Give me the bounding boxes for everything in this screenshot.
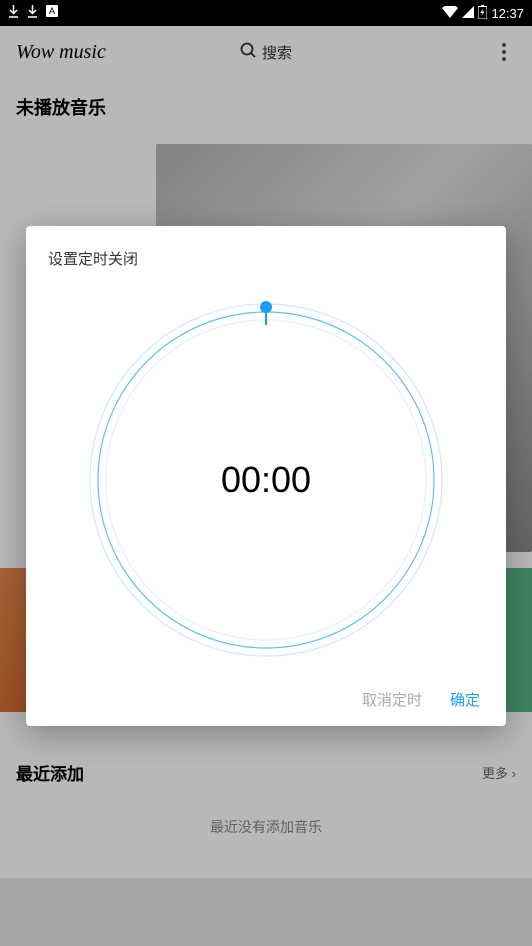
- dot-icon: [502, 57, 506, 61]
- dot-icon: [502, 43, 506, 47]
- unplayed-section-title: 未播放音乐: [16, 94, 516, 120]
- cancel-timer-button[interactable]: 取消定时: [362, 689, 422, 710]
- more-link[interactable]: 更多 ›: [482, 763, 516, 782]
- search-label: 搜索: [262, 42, 292, 63]
- dial-handle[interactable]: [260, 301, 272, 313]
- empty-text: 最近没有添加音乐: [16, 817, 516, 837]
- app-title: Wow music: [16, 41, 106, 64]
- svg-text:A: A: [49, 6, 55, 16]
- dialog-actions: 取消定时 确定: [48, 689, 484, 710]
- status-bar: A 12:37: [0, 0, 532, 26]
- dialog-title: 设置定时关闭: [48, 248, 484, 269]
- download-icon: [27, 5, 38, 21]
- timer-value: 00:00: [221, 459, 311, 501]
- dot-icon: [502, 50, 506, 54]
- timer-dial[interactable]: 00:00: [81, 295, 451, 665]
- status-time: 12:37: [491, 6, 524, 21]
- wifi-icon: [442, 6, 458, 21]
- download-icon: [8, 5, 19, 21]
- app-header: Wow music 搜索: [0, 26, 532, 78]
- search-button[interactable]: 搜索: [240, 42, 292, 63]
- more-menu-button[interactable]: [492, 40, 516, 64]
- recent-title: 最近添加: [16, 760, 84, 785]
- ok-button[interactable]: 确定: [450, 689, 480, 710]
- timer-dialog: 设置定时关闭 00:00 取消定时 确定: [26, 226, 506, 726]
- search-icon: [240, 42, 256, 62]
- signal-icon: [462, 6, 474, 21]
- battery-icon: [478, 5, 487, 22]
- chevron-right-icon: ›: [512, 766, 516, 781]
- recent-header: 最近添加 更多 ›: [16, 760, 516, 785]
- app-notification-icon: A: [46, 5, 58, 21]
